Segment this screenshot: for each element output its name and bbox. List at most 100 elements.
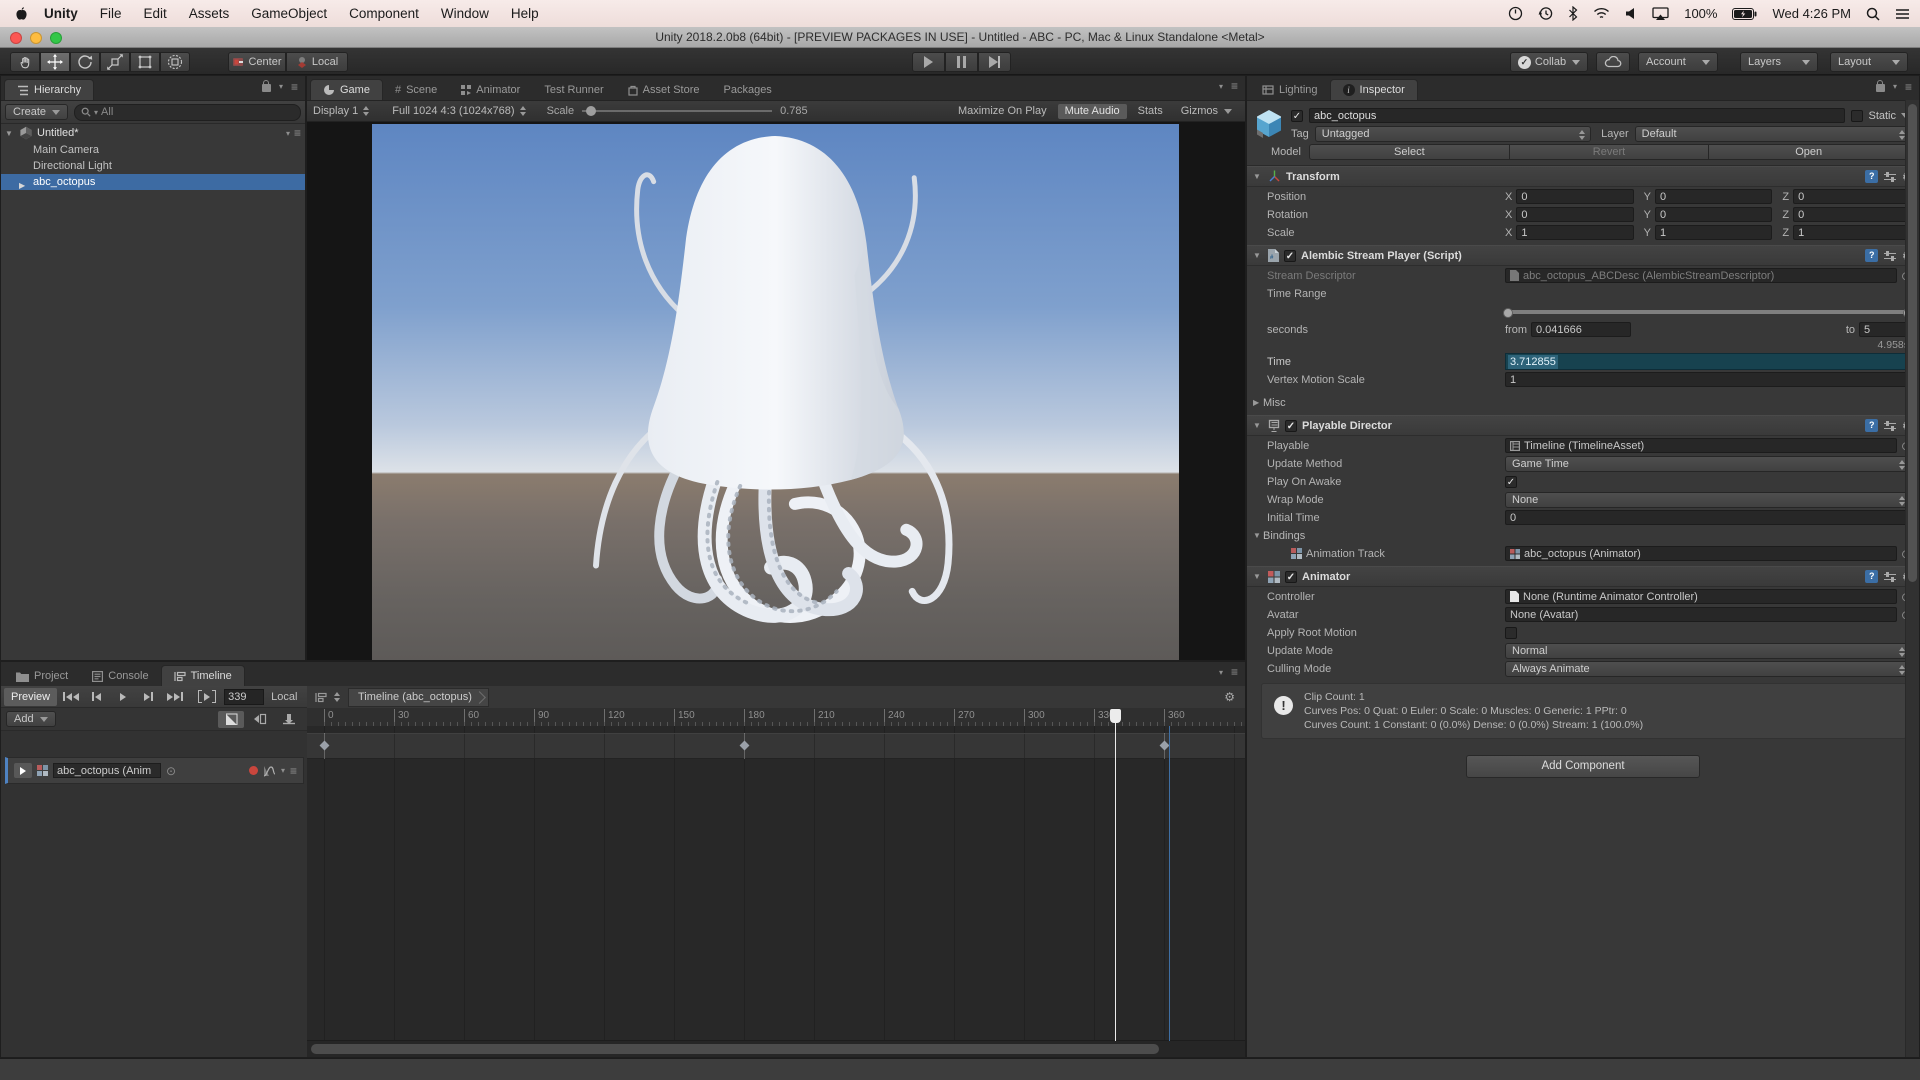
play-range-toggle-button[interactable] [194,688,219,706]
initial-time-field[interactable]: 0 [1505,510,1911,525]
alembic-header[interactable]: ▼ # Alembic Stream Player (Script) [1247,245,1919,266]
tab-inspector[interactable]: i Inspector [1330,79,1418,100]
update-method-dropdown[interactable]: Game Time [1505,456,1911,472]
scale-slider[interactable] [582,105,772,117]
time-ref-dropdown[interactable]: Local [271,691,297,703]
tab-packages[interactable]: Packages [712,80,784,100]
foldout-icon[interactable]: ▼ [1253,421,1263,430]
track-name-field[interactable]: abc_octopus (Anim [53,763,161,778]
stream-descriptor-field[interactable]: abc_octopus_ABCDesc (AlembicStreamDescri… [1505,268,1897,283]
step-button[interactable] [978,52,1011,72]
tab-game[interactable]: Game [310,79,383,100]
position-z-field[interactable]: 0 [1793,189,1911,204]
cloud-button[interactable] [1596,52,1630,72]
help-icon[interactable] [1865,249,1878,262]
menu-help[interactable]: Help [500,6,550,21]
active-checkbox[interactable] [1291,110,1303,122]
wifi-icon[interactable] [1593,7,1610,20]
track-dropdown-icon[interactable]: ▾ [281,766,285,775]
foldout-icon[interactable]: ▼ [1253,172,1263,181]
position-x-field[interactable]: 0 [1516,189,1633,204]
notification-center-icon[interactable] [1895,8,1910,20]
next-frame-button[interactable] [136,688,161,706]
orientation-toggle-button[interactable]: Local [286,52,348,72]
scene-foldout-icon[interactable]: ▼ [5,129,15,138]
tab-asset-store[interactable]: Asset Store [616,80,712,100]
timeline-settings-gear-icon[interactable] [1224,691,1235,703]
pane-menu-icon[interactable]: ≡ [1231,81,1238,91]
tab-scene[interactable]: #Scene [383,80,449,100]
vertex-motion-scale-field[interactable]: 1 [1505,372,1911,387]
controller-field[interactable]: None (Runtime Animator Controller) [1505,589,1897,604]
foldout-icon[interactable]: ▼ [1253,531,1263,540]
to-field[interactable]: 5 [1859,322,1911,337]
preview-toggle-button[interactable]: Preview [4,688,57,706]
component-enabled-checkbox[interactable] [1285,420,1297,432]
close-window-button[interactable] [10,32,22,44]
aspect-dropdown[interactable]: Full 1024 4:3 (1024x768) [392,105,526,117]
timeline-horizontal-scrollbar[interactable] [307,1040,1245,1057]
window-titlebar[interactable]: Unity 2018.2.0b8 (64bit) - [PREVIEW PACK… [0,27,1920,48]
preset-icon[interactable] [1884,420,1896,432]
create-button[interactable]: Create [5,104,68,120]
layer-dropdown[interactable]: Default [1635,126,1911,142]
static-checkbox[interactable] [1851,110,1863,122]
menu-edit[interactable]: Edit [133,6,178,21]
tab-test-runner[interactable]: Test Runner [532,80,615,100]
minimize-window-button[interactable] [30,32,42,44]
pane-menu-icon[interactable]: ≡ [1905,82,1912,92]
misc-foldout-row[interactable]: ▶ Misc [1247,394,1911,411]
update-mode-dropdown[interactable]: Normal [1505,643,1911,659]
pane-dropdown-icon[interactable]: ▾ [1219,668,1223,677]
menu-gameobject[interactable]: GameObject [240,6,338,21]
preset-icon[interactable] [1884,250,1896,262]
playable-director-header[interactable]: ▼ Playable Director [1247,415,1919,436]
transform-tool-button[interactable] [160,52,190,72]
pane-dropdown-icon[interactable]: ▾ [1219,82,1223,91]
current-frame-field[interactable]: 339 [224,689,264,705]
preset-icon[interactable] [1884,171,1896,183]
lock-icon[interactable] [1876,84,1885,92]
airplay-icon[interactable] [1652,7,1669,21]
layers-button[interactable]: Layers [1740,52,1818,72]
spotlight-icon[interactable] [1866,7,1880,21]
animator-header[interactable]: ▼ Animator [1247,566,1919,587]
playable-field[interactable]: Timeline (TimelineAsset) [1505,438,1897,453]
maximize-on-play-button[interactable]: Maximize On Play [951,104,1054,119]
stats-button[interactable]: Stats [1131,104,1170,119]
bindings-foldout-row[interactable]: ▼ Bindings [1247,527,1911,544]
rotation-z-field[interactable]: 0 [1793,207,1911,222]
position-y-field[interactable]: 0 [1655,189,1772,204]
animation-track-header[interactable]: abc_octopus (Anim ⊙ ▾ ≡ [5,757,304,784]
scale-x-field[interactable]: 1 [1516,225,1633,240]
hand-tool-button[interactable] [10,52,40,72]
menu-component[interactable]: Component [338,6,430,21]
culling-mode-dropdown[interactable]: Always Animate [1505,661,1911,677]
tab-console[interactable]: Console [80,666,160,686]
previous-frame-button[interactable] [84,688,109,706]
rotation-x-field[interactable]: 0 [1516,207,1633,222]
menu-unity[interactable]: Unity [33,6,89,21]
timeline-tracks-area[interactable] [307,726,1245,1041]
time-field[interactable]: 3.712855 [1505,353,1911,370]
add-track-button[interactable]: Add [6,711,56,727]
help-icon[interactable] [1865,170,1878,183]
scale-z-field[interactable]: 1 [1793,225,1911,240]
foldout-icon[interactable]: ▼ [1253,251,1263,260]
pane-menu-icon[interactable]: ≡ [291,82,298,92]
bluetooth-icon[interactable] [1568,6,1578,21]
transform-header[interactable]: ▼ Transform [1247,166,1919,187]
time-machine-icon[interactable] [1538,6,1553,21]
scene-menu-icon[interactable]: ≡ [294,128,301,138]
avatar-field[interactable]: None (Avatar) [1505,607,1897,622]
display-dropdown[interactable]: Display 1 [313,105,370,117]
track-menu-icon[interactable]: ≡ [290,766,297,776]
help-icon[interactable] [1865,419,1878,432]
wrap-mode-dropdown[interactable]: None [1505,492,1911,508]
animation-track-clip[interactable] [307,733,1245,759]
preset-icon[interactable] [1884,571,1896,583]
layout-button[interactable]: Layout [1830,52,1908,72]
timeline-selector-icon[interactable] [334,692,341,702]
model-revert-button[interactable]: Revert [1510,144,1709,160]
scene-row[interactable]: ▼ Untitled* ▾ ≡ [1,124,305,142]
